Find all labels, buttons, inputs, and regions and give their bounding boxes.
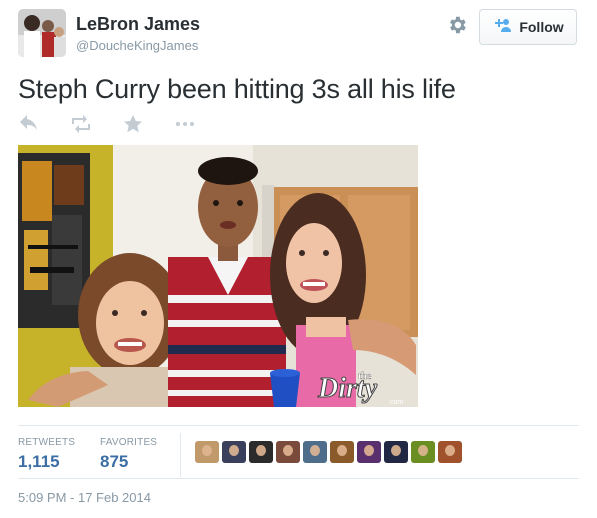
- favoriter-avatar[interactable]: [438, 441, 462, 463]
- retweets-label: RETWEETS: [18, 437, 76, 448]
- tweet-photo[interactable]: the Dirty .com: [18, 145, 418, 407]
- avatar[interactable]: [18, 9, 66, 57]
- retweets-count[interactable]: 1,115: [18, 452, 60, 472]
- tweet-timestamp[interactable]: 5:09 PM - 17 Feb 2014: [18, 490, 151, 505]
- user-handle[interactable]: @DoucheKingJames: [76, 38, 198, 53]
- favorites-label: FAVORITES: [100, 437, 158, 448]
- favoriter-avatar[interactable]: [222, 441, 246, 463]
- favoriter-avatar[interactable]: [195, 441, 219, 463]
- divider-bottom: [18, 478, 579, 479]
- favorite-icon[interactable]: [122, 114, 144, 134]
- watermark-tld: .com: [388, 399, 403, 406]
- user-name[interactable]: LeBron James: [76, 14, 200, 35]
- favoriter-avatar[interactable]: [384, 441, 408, 463]
- more-icon[interactable]: [174, 114, 196, 134]
- favoriter-avatar[interactable]: [249, 441, 273, 463]
- gear-icon[interactable]: [446, 14, 468, 36]
- favorites-count[interactable]: 875: [100, 452, 128, 472]
- follow-label: Follow: [519, 19, 564, 35]
- favoriter-avatar[interactable]: [303, 441, 327, 463]
- tweet-text: Steph Curry been hitting 3s all his life: [18, 74, 456, 104]
- follow-button[interactable]: Follow: [479, 9, 577, 45]
- reply-icon[interactable]: [18, 114, 40, 134]
- favoriter-avatar[interactable]: [330, 441, 354, 463]
- divider-top: [18, 425, 579, 426]
- watermark: Dirty: [317, 373, 378, 404]
- favoriter-avatar[interactable]: [276, 441, 300, 463]
- retweet-icon[interactable]: [70, 114, 92, 134]
- add-user-icon: [492, 17, 512, 38]
- favoriter-avatar[interactable]: [411, 441, 435, 463]
- stats-separator: [180, 433, 181, 477]
- favoriter-avatars: [195, 441, 462, 463]
- favoriter-avatar[interactable]: [357, 441, 381, 463]
